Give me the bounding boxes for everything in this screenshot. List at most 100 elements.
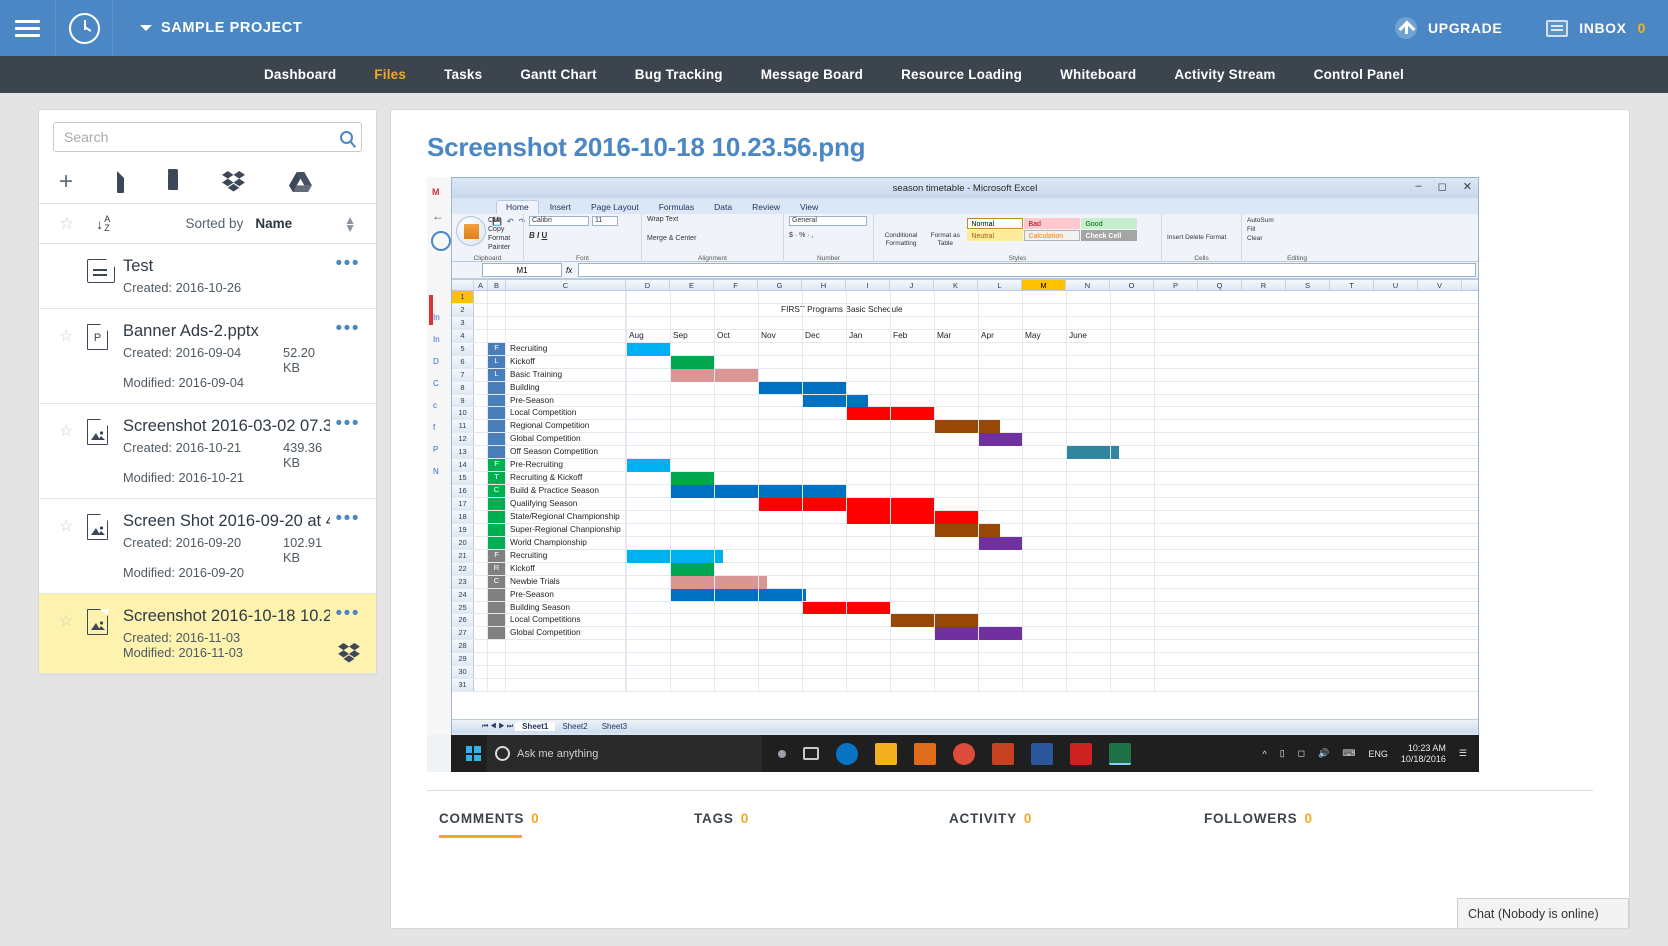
- cell-C3[interactable]: [506, 316, 626, 329]
- cell-A27[interactable]: [474, 627, 488, 640]
- cell-B11[interactable]: [488, 420, 506, 433]
- search-input[interactable]: [64, 129, 340, 145]
- cell-style-neutral[interactable]: Neutral: [967, 230, 1024, 241]
- new-folder-icon[interactable]: [168, 169, 178, 190]
- row-header-11[interactable]: 11: [452, 420, 474, 433]
- clipboard-commands[interactable]: Cut Copy Format Painter: [488, 216, 518, 252]
- cell-B10[interactable]: [488, 407, 506, 420]
- cell-B5[interactable]: F: [488, 342, 506, 355]
- column-header-F[interactable]: F: [714, 280, 758, 290]
- cell-C18[interactable]: State/Regional Championship: [506, 510, 626, 523]
- wrap-text-button[interactable]: Wrap Text: [647, 216, 778, 223]
- row-header-12[interactable]: 12: [452, 433, 474, 446]
- row-header-8[interactable]: 8: [452, 381, 474, 394]
- cell-A11[interactable]: [474, 420, 488, 433]
- cell-C12[interactable]: Global Competition: [506, 433, 626, 446]
- column-header-I[interactable]: I: [846, 280, 890, 290]
- search-icon[interactable]: [340, 130, 353, 144]
- cell-B2[interactable]: [488, 303, 506, 316]
- cell-C26[interactable]: Local Competitions: [506, 614, 626, 627]
- excel-tab-view[interactable]: View: [791, 201, 827, 214]
- sorted-by-value[interactable]: Name: [255, 216, 292, 231]
- cell-A13[interactable]: [474, 446, 488, 459]
- nav-item-dashboard[interactable]: Dashboard: [245, 67, 355, 82]
- cell-A5[interactable]: [474, 342, 488, 355]
- detail-tab-tags[interactable]: TAGS 0: [694, 811, 949, 838]
- row-header-24[interactable]: 24: [452, 588, 474, 601]
- cell-style-check-cell[interactable]: Check Cell: [1081, 230, 1138, 241]
- cell-B12[interactable]: [488, 433, 506, 446]
- cell-B18[interactable]: [488, 510, 506, 523]
- file-list-item[interactable]: ☆ P Banner Ads-2.pptx Created: 2016-09-04 52…: [39, 309, 376, 404]
- search-box[interactable]: [53, 122, 362, 152]
- sheet-tab-sheet2[interactable]: Sheet2: [555, 722, 594, 731]
- cell-B14[interactable]: F: [488, 459, 506, 472]
- row-header-30[interactable]: 30: [452, 666, 474, 679]
- cell-C14[interactable]: Pre-Recruiting: [506, 459, 626, 472]
- new-file-icon[interactable]: [117, 170, 125, 193]
- number-buttons[interactable]: $ · % · ,: [789, 232, 868, 239]
- cell-C2[interactable]: [506, 303, 626, 316]
- clock-button[interactable]: [56, 0, 113, 56]
- column-header-M[interactable]: M: [1022, 280, 1066, 290]
- fill-button[interactable]: Fill: [1247, 225, 1347, 234]
- font-name-box[interactable]: Calibri: [529, 216, 589, 226]
- cell-A23[interactable]: [474, 575, 488, 588]
- chrome-icon[interactable]: [953, 742, 975, 765]
- number-format-box[interactable]: General: [789, 216, 867, 226]
- cell-A28[interactable]: [474, 640, 488, 653]
- cell-A21[interactable]: [474, 549, 488, 562]
- nav-item-whiteboard[interactable]: Whiteboard: [1041, 67, 1155, 82]
- cell-B9[interactable]: [488, 394, 506, 407]
- inbox-button[interactable]: INBOX 0: [1546, 19, 1646, 37]
- format-as-table-button[interactable]: Format as Table: [925, 216, 965, 248]
- cell-A1[interactable]: [474, 291, 488, 303]
- cell-B15[interactable]: T: [488, 472, 506, 485]
- store-icon[interactable]: [914, 742, 936, 765]
- detail-tab-activity[interactable]: ACTIVITY 0: [949, 811, 1204, 838]
- cell-C4[interactable]: [506, 329, 626, 342]
- favorite-star-icon[interactable]: ☆: [59, 322, 87, 390]
- favorite-star-icon[interactable]: ☆: [59, 607, 87, 660]
- cell-B20[interactable]: [488, 536, 506, 549]
- favorite-star-icon[interactable]: ☆: [59, 417, 87, 485]
- cell-C24[interactable]: Pre-Season: [506, 588, 626, 601]
- format-button[interactable]: Format: [1206, 234, 1227, 241]
- file-list-item[interactable]: ☆ Screenshot 2016-03-02 07.34.... Created:…: [39, 404, 376, 499]
- excel-tab-home[interactable]: Home: [496, 200, 539, 214]
- cell-B26[interactable]: [488, 614, 506, 627]
- cell-A30[interactable]: [474, 666, 488, 679]
- sort-toggle-icon[interactable]: ▲ ▼: [344, 214, 356, 234]
- tray-chevron-icon[interactable]: ^: [1262, 749, 1266, 759]
- column-header-H[interactable]: H: [802, 280, 846, 290]
- excel-tab-insert[interactable]: Insert: [541, 201, 580, 214]
- cell-B17[interactable]: [488, 498, 506, 510]
- cell-C6[interactable]: Kickoff: [506, 355, 626, 368]
- clear-button[interactable]: Clear: [1247, 234, 1347, 243]
- cell-A10[interactable]: [474, 407, 488, 420]
- favorite-star-icon[interactable]: [59, 257, 87, 295]
- delete-button[interactable]: Delete: [1185, 234, 1204, 241]
- cell-C9[interactable]: Pre-Season: [506, 394, 626, 407]
- cell-A6[interactable]: [474, 355, 488, 368]
- row-header-7[interactable]: 7: [452, 368, 474, 381]
- row-header-29[interactable]: 29: [452, 653, 474, 666]
- acrobat-icon[interactable]: [1070, 742, 1092, 765]
- file-list-item[interactable]: ☆ Screen Shot 2016-09-20 at 4.5... Created…: [39, 499, 376, 594]
- cell-B24[interactable]: [488, 588, 506, 601]
- maximize-icon[interactable]: ◻: [1438, 180, 1447, 193]
- column-header-R[interactable]: R: [1242, 280, 1286, 290]
- task-view-icon[interactable]: [803, 747, 819, 760]
- cell-B4[interactable]: [488, 329, 506, 342]
- cell-B29[interactable]: [488, 653, 506, 666]
- detail-tab-comments[interactable]: COMMENTS 0: [439, 811, 694, 838]
- column-header-V[interactable]: V: [1418, 280, 1462, 290]
- file-list-item[interactable]: Test Created: 2016-10-26 •••: [39, 244, 376, 309]
- start-button[interactable]: [459, 741, 487, 767]
- cell-style-good[interactable]: Good: [1081, 218, 1138, 229]
- row-header-5[interactable]: 5: [452, 342, 474, 355]
- autosum-button[interactable]: AutoSum: [1247, 216, 1347, 225]
- file-row-menu-button[interactable]: •••: [330, 509, 360, 580]
- copy-button[interactable]: Copy: [488, 225, 518, 234]
- font-style-buttons[interactable]: B I U: [529, 231, 636, 240]
